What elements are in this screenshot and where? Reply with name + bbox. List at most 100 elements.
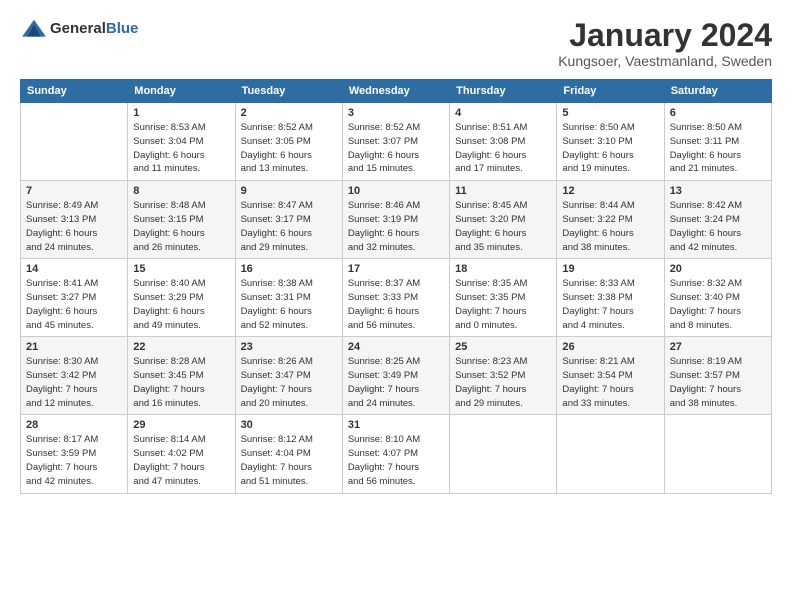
day-number: 30: [241, 419, 337, 431]
table-row: 29 Sunrise: 8:14 AMSunset: 4:02 PMDaylig…: [128, 415, 235, 493]
day-number: 5: [562, 107, 658, 119]
day-info: Sunrise: 8:52 AMSunset: 3:07 PMDaylight:…: [348, 121, 444, 176]
day-number: 23: [241, 341, 337, 353]
table-row: 26 Sunrise: 8:21 AMSunset: 3:54 PMDaylig…: [557, 337, 664, 415]
header-monday: Monday: [128, 80, 235, 103]
weekday-header-row: Sunday Monday Tuesday Wednesday Thursday…: [21, 80, 772, 103]
day-info: Sunrise: 8:28 AMSunset: 3:45 PMDaylight:…: [133, 355, 229, 410]
table-row: 12 Sunrise: 8:44 AMSunset: 3:22 PMDaylig…: [557, 181, 664, 259]
day-number: 10: [348, 185, 444, 197]
table-row: 7 Sunrise: 8:49 AMSunset: 3:13 PMDayligh…: [21, 181, 128, 259]
logo-general: General: [50, 20, 106, 37]
day-info: Sunrise: 8:52 AMSunset: 3:05 PMDaylight:…: [241, 121, 337, 176]
day-number: 20: [670, 263, 766, 275]
page-header: GeneralBlue January 2024 Kungsoer, Vaest…: [20, 18, 772, 69]
table-row: 31 Sunrise: 8:10 AMSunset: 4:07 PMDaylig…: [342, 415, 449, 493]
table-row: 23 Sunrise: 8:26 AMSunset: 3:47 PMDaylig…: [235, 337, 342, 415]
day-number: 15: [133, 263, 229, 275]
logo: GeneralBlue: [20, 18, 138, 40]
day-number: 7: [26, 185, 122, 197]
day-number: 24: [348, 341, 444, 353]
day-info: Sunrise: 8:33 AMSunset: 3:38 PMDaylight:…: [562, 277, 658, 332]
table-row: 27 Sunrise: 8:19 AMSunset: 3:57 PMDaylig…: [664, 337, 771, 415]
day-info: Sunrise: 8:23 AMSunset: 3:52 PMDaylight:…: [455, 355, 551, 410]
day-number: 12: [562, 185, 658, 197]
table-row: 30 Sunrise: 8:12 AMSunset: 4:04 PMDaylig…: [235, 415, 342, 493]
day-info: Sunrise: 8:50 AMSunset: 3:10 PMDaylight:…: [562, 121, 658, 176]
table-row: 17 Sunrise: 8:37 AMSunset: 3:33 PMDaylig…: [342, 259, 449, 337]
table-row: 19 Sunrise: 8:33 AMSunset: 3:38 PMDaylig…: [557, 259, 664, 337]
day-info: Sunrise: 8:17 AMSunset: 3:59 PMDaylight:…: [26, 433, 122, 488]
logo-blue: Blue: [106, 20, 139, 37]
day-number: 4: [455, 107, 551, 119]
day-info: Sunrise: 8:41 AMSunset: 3:27 PMDaylight:…: [26, 277, 122, 332]
logo-icon: [20, 18, 48, 40]
day-info: Sunrise: 8:53 AMSunset: 3:04 PMDaylight:…: [133, 121, 229, 176]
table-row: 24 Sunrise: 8:25 AMSunset: 3:49 PMDaylig…: [342, 337, 449, 415]
day-info: Sunrise: 8:44 AMSunset: 3:22 PMDaylight:…: [562, 199, 658, 254]
day-number: 2: [241, 107, 337, 119]
day-info: Sunrise: 8:30 AMSunset: 3:42 PMDaylight:…: [26, 355, 122, 410]
table-row: 15 Sunrise: 8:40 AMSunset: 3:29 PMDaylig…: [128, 259, 235, 337]
table-row: 3 Sunrise: 8:52 AMSunset: 3:07 PMDayligh…: [342, 103, 449, 181]
day-info: Sunrise: 8:26 AMSunset: 3:47 PMDaylight:…: [241, 355, 337, 410]
day-number: 9: [241, 185, 337, 197]
day-info: Sunrise: 8:35 AMSunset: 3:35 PMDaylight:…: [455, 277, 551, 332]
table-row: 25 Sunrise: 8:23 AMSunset: 3:52 PMDaylig…: [450, 337, 557, 415]
table-row: 16 Sunrise: 8:38 AMSunset: 3:31 PMDaylig…: [235, 259, 342, 337]
table-row: 20 Sunrise: 8:32 AMSunset: 3:40 PMDaylig…: [664, 259, 771, 337]
table-row: [450, 415, 557, 493]
header-sunday: Sunday: [21, 80, 128, 103]
header-friday: Friday: [557, 80, 664, 103]
table-row: 22 Sunrise: 8:28 AMSunset: 3:45 PMDaylig…: [128, 337, 235, 415]
day-info: Sunrise: 8:51 AMSunset: 3:08 PMDaylight:…: [455, 121, 551, 176]
calendar-page: GeneralBlue January 2024 Kungsoer, Vaest…: [0, 0, 792, 612]
day-number: 6: [670, 107, 766, 119]
table-row: 11 Sunrise: 8:45 AMSunset: 3:20 PMDaylig…: [450, 181, 557, 259]
day-info: Sunrise: 8:19 AMSunset: 3:57 PMDaylight:…: [670, 355, 766, 410]
day-number: 14: [26, 263, 122, 275]
table-row: [557, 415, 664, 493]
day-info: Sunrise: 8:37 AMSunset: 3:33 PMDaylight:…: [348, 277, 444, 332]
table-row: 5 Sunrise: 8:50 AMSunset: 3:10 PMDayligh…: [557, 103, 664, 181]
table-row: 13 Sunrise: 8:42 AMSunset: 3:24 PMDaylig…: [664, 181, 771, 259]
calendar-week-row: 1 Sunrise: 8:53 AMSunset: 3:04 PMDayligh…: [21, 103, 772, 181]
day-number: 18: [455, 263, 551, 275]
day-info: Sunrise: 8:12 AMSunset: 4:04 PMDaylight:…: [241, 433, 337, 488]
day-info: Sunrise: 8:47 AMSunset: 3:17 PMDaylight:…: [241, 199, 337, 254]
day-number: 16: [241, 263, 337, 275]
title-section: January 2024 Kungsoer, Vaestmanland, Swe…: [558, 18, 772, 69]
day-number: 29: [133, 419, 229, 431]
day-number: 21: [26, 341, 122, 353]
header-saturday: Saturday: [664, 80, 771, 103]
table-row: 10 Sunrise: 8:46 AMSunset: 3:19 PMDaylig…: [342, 181, 449, 259]
logo-text: GeneralBlue: [50, 20, 138, 38]
calendar-week-row: 7 Sunrise: 8:49 AMSunset: 3:13 PMDayligh…: [21, 181, 772, 259]
table-row: 6 Sunrise: 8:50 AMSunset: 3:11 PMDayligh…: [664, 103, 771, 181]
table-row: 14 Sunrise: 8:41 AMSunset: 3:27 PMDaylig…: [21, 259, 128, 337]
table-row: 9 Sunrise: 8:47 AMSunset: 3:17 PMDayligh…: [235, 181, 342, 259]
table-row: [664, 415, 771, 493]
table-row: 1 Sunrise: 8:53 AMSunset: 3:04 PMDayligh…: [128, 103, 235, 181]
table-row: 4 Sunrise: 8:51 AMSunset: 3:08 PMDayligh…: [450, 103, 557, 181]
day-info: Sunrise: 8:50 AMSunset: 3:11 PMDaylight:…: [670, 121, 766, 176]
calendar-week-row: 28 Sunrise: 8:17 AMSunset: 3:59 PMDaylig…: [21, 415, 772, 493]
day-info: Sunrise: 8:14 AMSunset: 4:02 PMDaylight:…: [133, 433, 229, 488]
calendar-week-row: 14 Sunrise: 8:41 AMSunset: 3:27 PMDaylig…: [21, 259, 772, 337]
day-info: Sunrise: 8:46 AMSunset: 3:19 PMDaylight:…: [348, 199, 444, 254]
day-number: 1: [133, 107, 229, 119]
header-wednesday: Wednesday: [342, 80, 449, 103]
day-info: Sunrise: 8:38 AMSunset: 3:31 PMDaylight:…: [241, 277, 337, 332]
day-number: 8: [133, 185, 229, 197]
day-number: 31: [348, 419, 444, 431]
day-info: Sunrise: 8:21 AMSunset: 3:54 PMDaylight:…: [562, 355, 658, 410]
day-info: Sunrise: 8:32 AMSunset: 3:40 PMDaylight:…: [670, 277, 766, 332]
day-number: 25: [455, 341, 551, 353]
day-number: 13: [670, 185, 766, 197]
header-tuesday: Tuesday: [235, 80, 342, 103]
day-info: Sunrise: 8:48 AMSunset: 3:15 PMDaylight:…: [133, 199, 229, 254]
day-number: 17: [348, 263, 444, 275]
day-info: Sunrise: 8:25 AMSunset: 3:49 PMDaylight:…: [348, 355, 444, 410]
table-row: 18 Sunrise: 8:35 AMSunset: 3:35 PMDaylig…: [450, 259, 557, 337]
table-row: 28 Sunrise: 8:17 AMSunset: 3:59 PMDaylig…: [21, 415, 128, 493]
